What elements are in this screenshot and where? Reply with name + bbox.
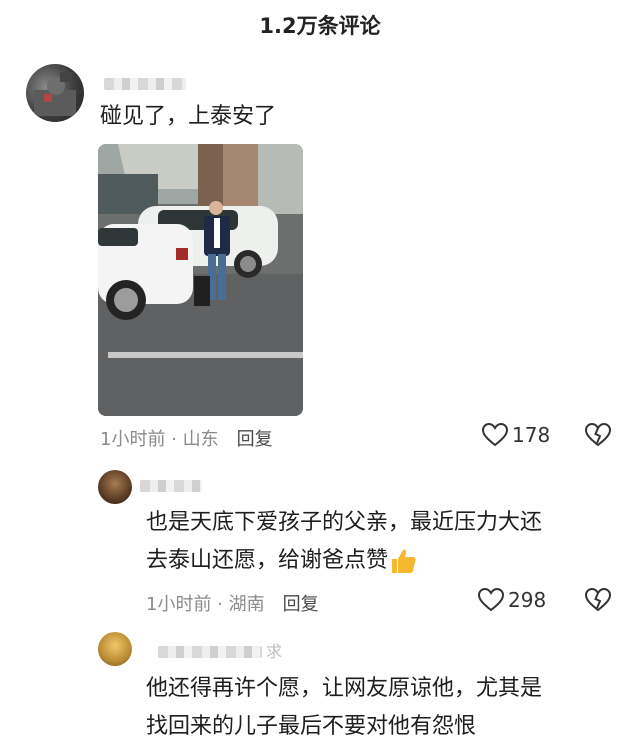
comment-text: 他还得再许个愿，让网友原谅他，尤其是 找回来的儿子最后不要对他有怨恨 bbox=[146, 670, 542, 746]
avatar[interactable] bbox=[98, 470, 132, 504]
thumbs-up-icon bbox=[392, 549, 416, 573]
like-button[interactable]: 298 bbox=[478, 588, 546, 612]
comment-meta: 1小时前 · 湖南 回复 bbox=[146, 590, 319, 616]
reply-button[interactable]: 回复 bbox=[283, 594, 319, 615]
username-blurred[interactable] bbox=[140, 480, 202, 492]
time-location: 1小时前 · 湖南 bbox=[146, 594, 265, 615]
broken-heart-icon bbox=[584, 587, 612, 612]
comment-meta: 1小时前 · 山东 回复 bbox=[100, 425, 273, 451]
comment-line-text: 去泰山还愿，给谢爸点赞 bbox=[146, 548, 389, 573]
comment-photo[interactable] bbox=[98, 144, 303, 416]
like-count: 298 bbox=[508, 588, 547, 612]
dislike-button[interactable] bbox=[584, 587, 612, 616]
reply-button[interactable]: 回复 bbox=[237, 429, 273, 450]
dislike-button[interactable] bbox=[584, 422, 612, 451]
comment-line: 找回来的儿子最后不要对他有怨恨 bbox=[146, 714, 477, 739]
heart-outline-icon bbox=[482, 423, 508, 447]
like-count: 178 bbox=[512, 423, 551, 447]
broken-heart-icon bbox=[584, 422, 612, 447]
page-title: 1.2万条评论 bbox=[259, 14, 381, 38]
comment-text: 碰见了，上泰安了 bbox=[100, 104, 277, 129]
avatar[interactable] bbox=[26, 64, 84, 122]
comment-line: 也是天底下爱孩子的父亲，最近压力大还 bbox=[146, 510, 543, 535]
avatar[interactable] bbox=[98, 632, 132, 666]
time-location: 1小时前 · 山东 bbox=[100, 429, 219, 450]
heart-outline-icon bbox=[478, 588, 504, 612]
username-blurred[interactable] bbox=[158, 646, 262, 658]
comment-line-2: 去泰山还愿，给谢爸点赞 bbox=[146, 542, 542, 580]
username-fragment: 求 bbox=[266, 642, 283, 661]
username-blurred[interactable] bbox=[104, 78, 186, 90]
like-button[interactable]: 178 bbox=[482, 423, 550, 447]
comment-text: 也是天底下爱孩子的父亲，最近压力大还 去泰山还愿，给谢爸点赞 bbox=[146, 504, 542, 580]
comment-line: 他还得再许个愿，让网友原谅他，尤其是 bbox=[146, 676, 543, 701]
